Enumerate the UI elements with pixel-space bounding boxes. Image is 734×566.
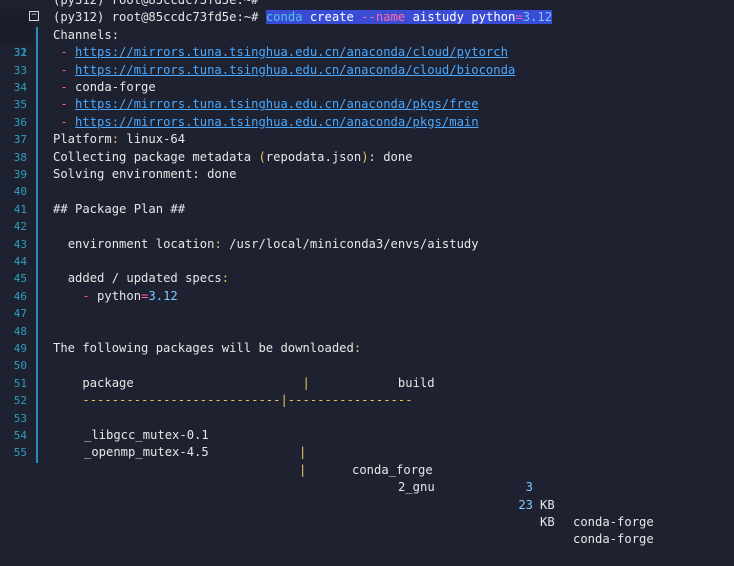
channel-link[interactable]: https://mirrors.tuna.tsinghua.edu.cn/ana… — [75, 97, 479, 111]
terminal-line: 48 — [0, 305, 734, 338]
terminal-line: 39 Collecting package metadata (repodata… — [0, 149, 734, 181]
terminal-line: 50 The following packages will be downlo… — [0, 340, 734, 372]
package-name: _openmp_mutex-4.5 — [84, 445, 209, 460]
spec-item: - python=3.12 — [82, 288, 178, 303]
terminal-line: 35 - conda-forge — [0, 79, 734, 111]
package-plan-title: ## Package Plan ## — [53, 201, 186, 216]
download-header: The following packages will be downloade… — [53, 341, 362, 355]
platform-line: Platform: linux-64 — [53, 132, 186, 147]
terminal-line: 38 Platform: linux-64 — [0, 131, 734, 163]
terminal-line: 51 — [0, 357, 734, 390]
environment-location: environment location: /usr/local/minicon… — [67, 236, 479, 251]
channel-name: conda-forge — [75, 80, 156, 94]
table-row: 55 _openmp_mutex-4.5 | 2_gnu 23 KB conda… — [0, 427, 734, 546]
terminal-line: 30 (py312) root@85ccdc73fd5e:~# — [0, 0, 734, 42]
specs-label: added / updated specs: — [67, 271, 230, 286]
column-package: package — [82, 375, 134, 390]
package-size: 23 — [518, 497, 533, 512]
terminal-line: 34 - https://mirrors.tuna.tsinghua.edu.c… — [0, 62, 734, 94]
terminal-line: 47 - python=3.12 — [0, 288, 734, 320]
channel-link[interactable]: https://mirrors.tuna.tsinghua.edu.cn/ana… — [75, 63, 515, 77]
terminal-line: 42 ## Package Plan ## — [0, 201, 734, 233]
line-number: 55 — [13, 446, 27, 460]
solving-line: Solving environment: done — [53, 167, 237, 181]
table-rule: ---------------------------|------------… — [82, 393, 413, 408]
terminal-line: 36 - https://mirrors.tuna.tsinghua.edu.c… — [0, 96, 734, 128]
terminal-line: 33 - https://mirrors.tuna.tsinghua.edu.c… — [0, 44, 734, 76]
terminal-line: 41 — [0, 183, 734, 216]
package-channel: conda-forge — [573, 532, 654, 547]
command-prompt: (py312) root@85ccdc73fd5e:~# conda creat… — [53, 9, 553, 26]
terminal-window[interactable]: 30 (py312) root@85ccdc73fd5e:~# 31 − (py… — [0, 0, 734, 546]
package-build: 2_gnu — [398, 480, 435, 495]
terminal-line: 44 environment location: /usr/local/mini… — [0, 236, 734, 268]
table-row: 54 _libgcc_mutex-0.1 | conda_forge 3 KB … — [0, 410, 734, 529]
terminal-line: 52 package | build — [0, 375, 734, 407]
column-build: build — [397, 375, 435, 390]
previous-prompt: (py312) root@85ccdc73fd5e:~# — [53, 0, 259, 7]
collapse-icon[interactable]: − — [29, 11, 39, 22]
terminal-line: 37 - https://mirrors.tuna.tsinghua.edu.c… — [0, 114, 734, 146]
terminal-line: 45 — [0, 253, 734, 285]
terminal-line: 53 ---------------------------|---------… — [0, 392, 734, 424]
terminal-line: 46 added / updated specs: — [0, 270, 734, 302]
channel-link[interactable]: https://mirrors.tuna.tsinghua.edu.cn/ana… — [75, 115, 479, 129]
collecting-line: Collecting package metadata (repodata.js… — [53, 149, 413, 164]
terminal-line: 43 — [0, 218, 734, 251]
command-text[interactable]: conda create --name aistudy python=3.12 — [265, 10, 553, 25]
terminal-line: 32 Channels: — [0, 27, 734, 59]
channels-header: Channels: — [53, 27, 120, 42]
terminal-line: 31 − (py312) root@85ccdc73fd5e:~# conda … — [0, 9, 734, 59]
table-header: package | build — [82, 375, 435, 390]
prompt-host: root@85ccdc73fd5e:~# — [111, 10, 259, 25]
terminal-line: 49 — [0, 323, 734, 355]
terminal-line: 40 Solving environment: done — [0, 166, 734, 198]
prompt-env: (py312) — [53, 10, 105, 25]
channel-link[interactable]: https://mirrors.tuna.tsinghua.edu.cn/ana… — [75, 45, 508, 59]
